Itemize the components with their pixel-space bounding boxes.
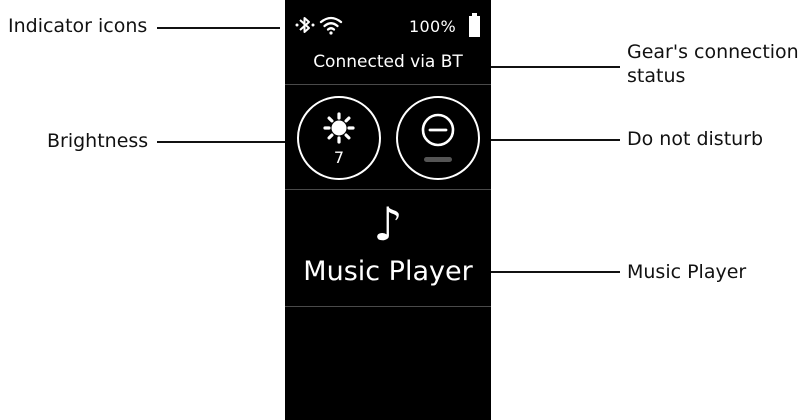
connection-status: Connected via BT <box>313 52 463 72</box>
callout-connection-status-line1: Gear's connection <box>627 41 799 63</box>
callout-music-player: Music Player <box>627 261 747 283</box>
do-not-disturb-button[interactable] <box>396 96 480 180</box>
battery-icon <box>469 13 480 37</box>
callout-brightness: Brightness <box>47 130 149 152</box>
callout-do-not-disturb: Do not disturb <box>627 128 764 150</box>
divider-bottom <box>285 306 491 307</box>
music-note-icon: ♪ <box>373 197 403 251</box>
leader-indicator-icons <box>157 27 280 29</box>
bluetooth-icon <box>294 14 316 41</box>
brightness-level: 7 <box>333 148 345 167</box>
battery-percentage: 100% <box>409 17 456 36</box>
minus-circle-icon <box>421 113 455 147</box>
leader-do-not-disturb <box>482 139 620 141</box>
callout-indicator-icons: Indicator icons <box>8 15 148 37</box>
leader-brightness <box>157 141 295 143</box>
callout-connection-status-line2: status <box>627 65 686 87</box>
wifi-icon <box>319 15 343 40</box>
music-player-label: Music Player <box>303 256 473 287</box>
status-bar: 100% <box>285 0 491 48</box>
leader-connection-status <box>475 66 620 68</box>
music-player-tile[interactable]: ♪ Music Player <box>285 190 491 306</box>
do-not-disturb-status-indicator <box>424 157 452 162</box>
gear-screen: 100% Connected via BT 7 ♪ Music Player <box>285 0 491 420</box>
divider-top <box>285 84 491 85</box>
brightness-button[interactable]: 7 <box>297 96 381 180</box>
callout-connection-status: Gear's connection status <box>627 40 799 88</box>
sun-icon <box>323 112 355 144</box>
